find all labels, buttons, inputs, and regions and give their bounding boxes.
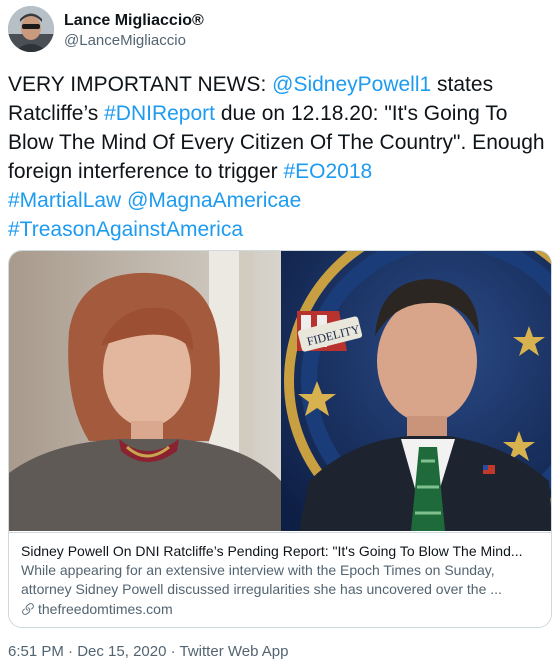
tweet-footer: 6:51 PM · Dec 15, 2020 · Twitter Web App [8, 642, 288, 662]
card-description: While appearing for an extensive intervi… [21, 562, 502, 597]
card-photo: FIDELITY [9, 251, 551, 546]
link-preview-card[interactable]: FIDELITY Sidney Powell On DNI Ratcliffe’… [8, 250, 552, 628]
tweet-text-segment: VERY IMPORTANT NEWS: [8, 73, 273, 96]
tweet-header: Lance Migliaccio® @LanceMigliaccio [8, 6, 548, 58]
user-avatar-icon [8, 6, 54, 52]
hashtag-link[interactable]: #EO2018 [283, 160, 372, 183]
card-domain[interactable]: thefreedomtimes.com [21, 599, 541, 619]
footer-separator: · [63, 643, 78, 660]
hashtag-link[interactable]: #TreasonAgainstAmerica [8, 218, 243, 241]
author-info: Lance Migliaccio® @LanceMigliaccio [64, 11, 204, 51]
tweet-time[interactable]: 6:51 PM [8, 643, 64, 660]
author-avatar[interactable] [8, 6, 54, 52]
author-name[interactable]: Lance Migliaccio® [64, 11, 204, 31]
card-body[interactable]: Sidney Powell On DNI Ratcliffe’s Pending… [9, 532, 551, 619]
mention-link[interactable]: @SidneyPowell1 [272, 73, 431, 96]
card-domain-text: thefreedomtimes.com [38, 601, 173, 617]
tweet-date[interactable]: Dec 15, 2020 [77, 643, 166, 660]
hashtag-link[interactable]: #DNIReport [104, 102, 215, 125]
mention-link[interactable]: @MagnaAmericae [127, 189, 301, 212]
author-handle[interactable]: @LanceMigliaccio [64, 31, 204, 51]
tweet-text: VERY IMPORTANT NEWS: @SidneyPowell1 stat… [8, 70, 553, 244]
card-image[interactable]: FIDELITY [9, 251, 551, 546]
footer-separator: · [166, 643, 180, 660]
hashtag-link[interactable]: #MartialLaw [8, 189, 121, 212]
tweet-source[interactable]: Twitter Web App [180, 643, 289, 660]
link-icon [22, 603, 34, 615]
card-title[interactable]: Sidney Powell On DNI Ratcliffe’s Pending… [21, 541, 541, 561]
